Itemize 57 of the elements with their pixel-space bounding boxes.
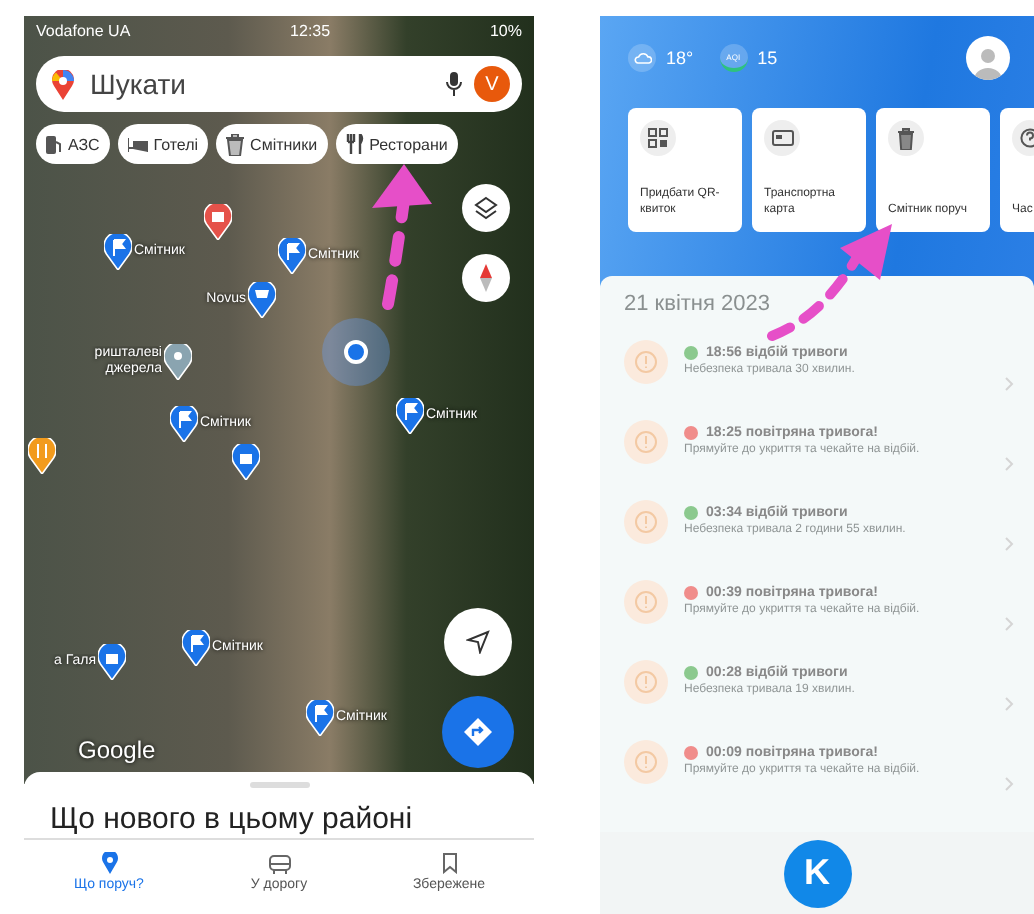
map-pin-icon[interactable] bbox=[28, 438, 56, 474]
battery-level: 10% bbox=[489, 21, 522, 39]
clock: 12:35 bbox=[290, 21, 331, 39]
card-icon bbox=[771, 130, 793, 146]
app-logo-button[interactable]: K bbox=[783, 839, 851, 907]
sheet-title: Що нового в цьому районі bbox=[48, 802, 413, 836]
date-heading: 21 квітня 2023 bbox=[624, 292, 772, 316]
car-icon bbox=[267, 853, 291, 873]
sheet-handle[interactable] bbox=[249, 782, 309, 788]
trash-bin-icon bbox=[898, 127, 914, 149]
help-icon bbox=[1020, 128, 1034, 148]
map-logo: Google bbox=[78, 736, 156, 764]
microphone-icon[interactable] bbox=[446, 72, 462, 96]
location-dot-icon bbox=[320, 316, 392, 388]
category-chip[interactable]: Смітники bbox=[216, 124, 328, 164]
category-chip[interactable]: Ресторани bbox=[335, 124, 458, 164]
fuel-icon bbox=[46, 135, 62, 153]
map-pin-icon[interactable] bbox=[232, 444, 260, 480]
directions-icon bbox=[464, 718, 492, 746]
map-pin-icon[interactable] bbox=[248, 282, 276, 318]
map-pin-icon[interactable] bbox=[278, 238, 306, 274]
bed-icon bbox=[127, 137, 148, 151]
map-pin-icon[interactable] bbox=[104, 234, 132, 270]
map-pin-icon[interactable] bbox=[98, 644, 126, 680]
map-pin-icon[interactable] bbox=[396, 398, 424, 434]
user-avatar[interactable] bbox=[966, 36, 1010, 80]
temperature: 18° bbox=[666, 48, 694, 68]
category-chip[interactable]: Готелі bbox=[117, 124, 209, 164]
trash-bin-icon bbox=[226, 133, 245, 155]
bookmark-icon bbox=[441, 852, 457, 874]
compass-icon bbox=[480, 264, 492, 292]
map-pin-icon bbox=[52, 69, 74, 99]
account-avatar[interactable]: V bbox=[474, 66, 510, 102]
warning-icon bbox=[624, 660, 668, 704]
warning-icon bbox=[624, 580, 668, 624]
warning-icon bbox=[624, 500, 668, 544]
aqi-value: 15 bbox=[757, 48, 778, 68]
map-pin-icon[interactable] bbox=[164, 344, 192, 380]
directions-button[interactable] bbox=[442, 696, 514, 768]
warning-icon bbox=[624, 420, 668, 464]
location-pin-icon bbox=[101, 852, 117, 874]
cloud-icon bbox=[628, 44, 656, 72]
carrier-name: Vodafone UA bbox=[36, 21, 131, 39]
compass-button[interactable] bbox=[462, 254, 510, 302]
search-field[interactable]: Шукати V bbox=[36, 56, 522, 112]
map-pin-icon[interactable] bbox=[204, 204, 232, 240]
qr-code-icon bbox=[648, 128, 668, 148]
warning-icon bbox=[624, 740, 668, 784]
map-pin-icon[interactable] bbox=[170, 406, 198, 442]
navigation-arrow-icon bbox=[466, 630, 490, 654]
layers-icon bbox=[474, 196, 498, 220]
fork-knife-icon bbox=[345, 134, 364, 154]
layers-button[interactable] bbox=[462, 184, 510, 232]
my-location-button[interactable] bbox=[444, 608, 512, 676]
warning-icon bbox=[624, 340, 668, 384]
category-chip[interactable]: АЗС bbox=[36, 124, 110, 164]
map-pin-icon[interactable] bbox=[182, 630, 210, 666]
